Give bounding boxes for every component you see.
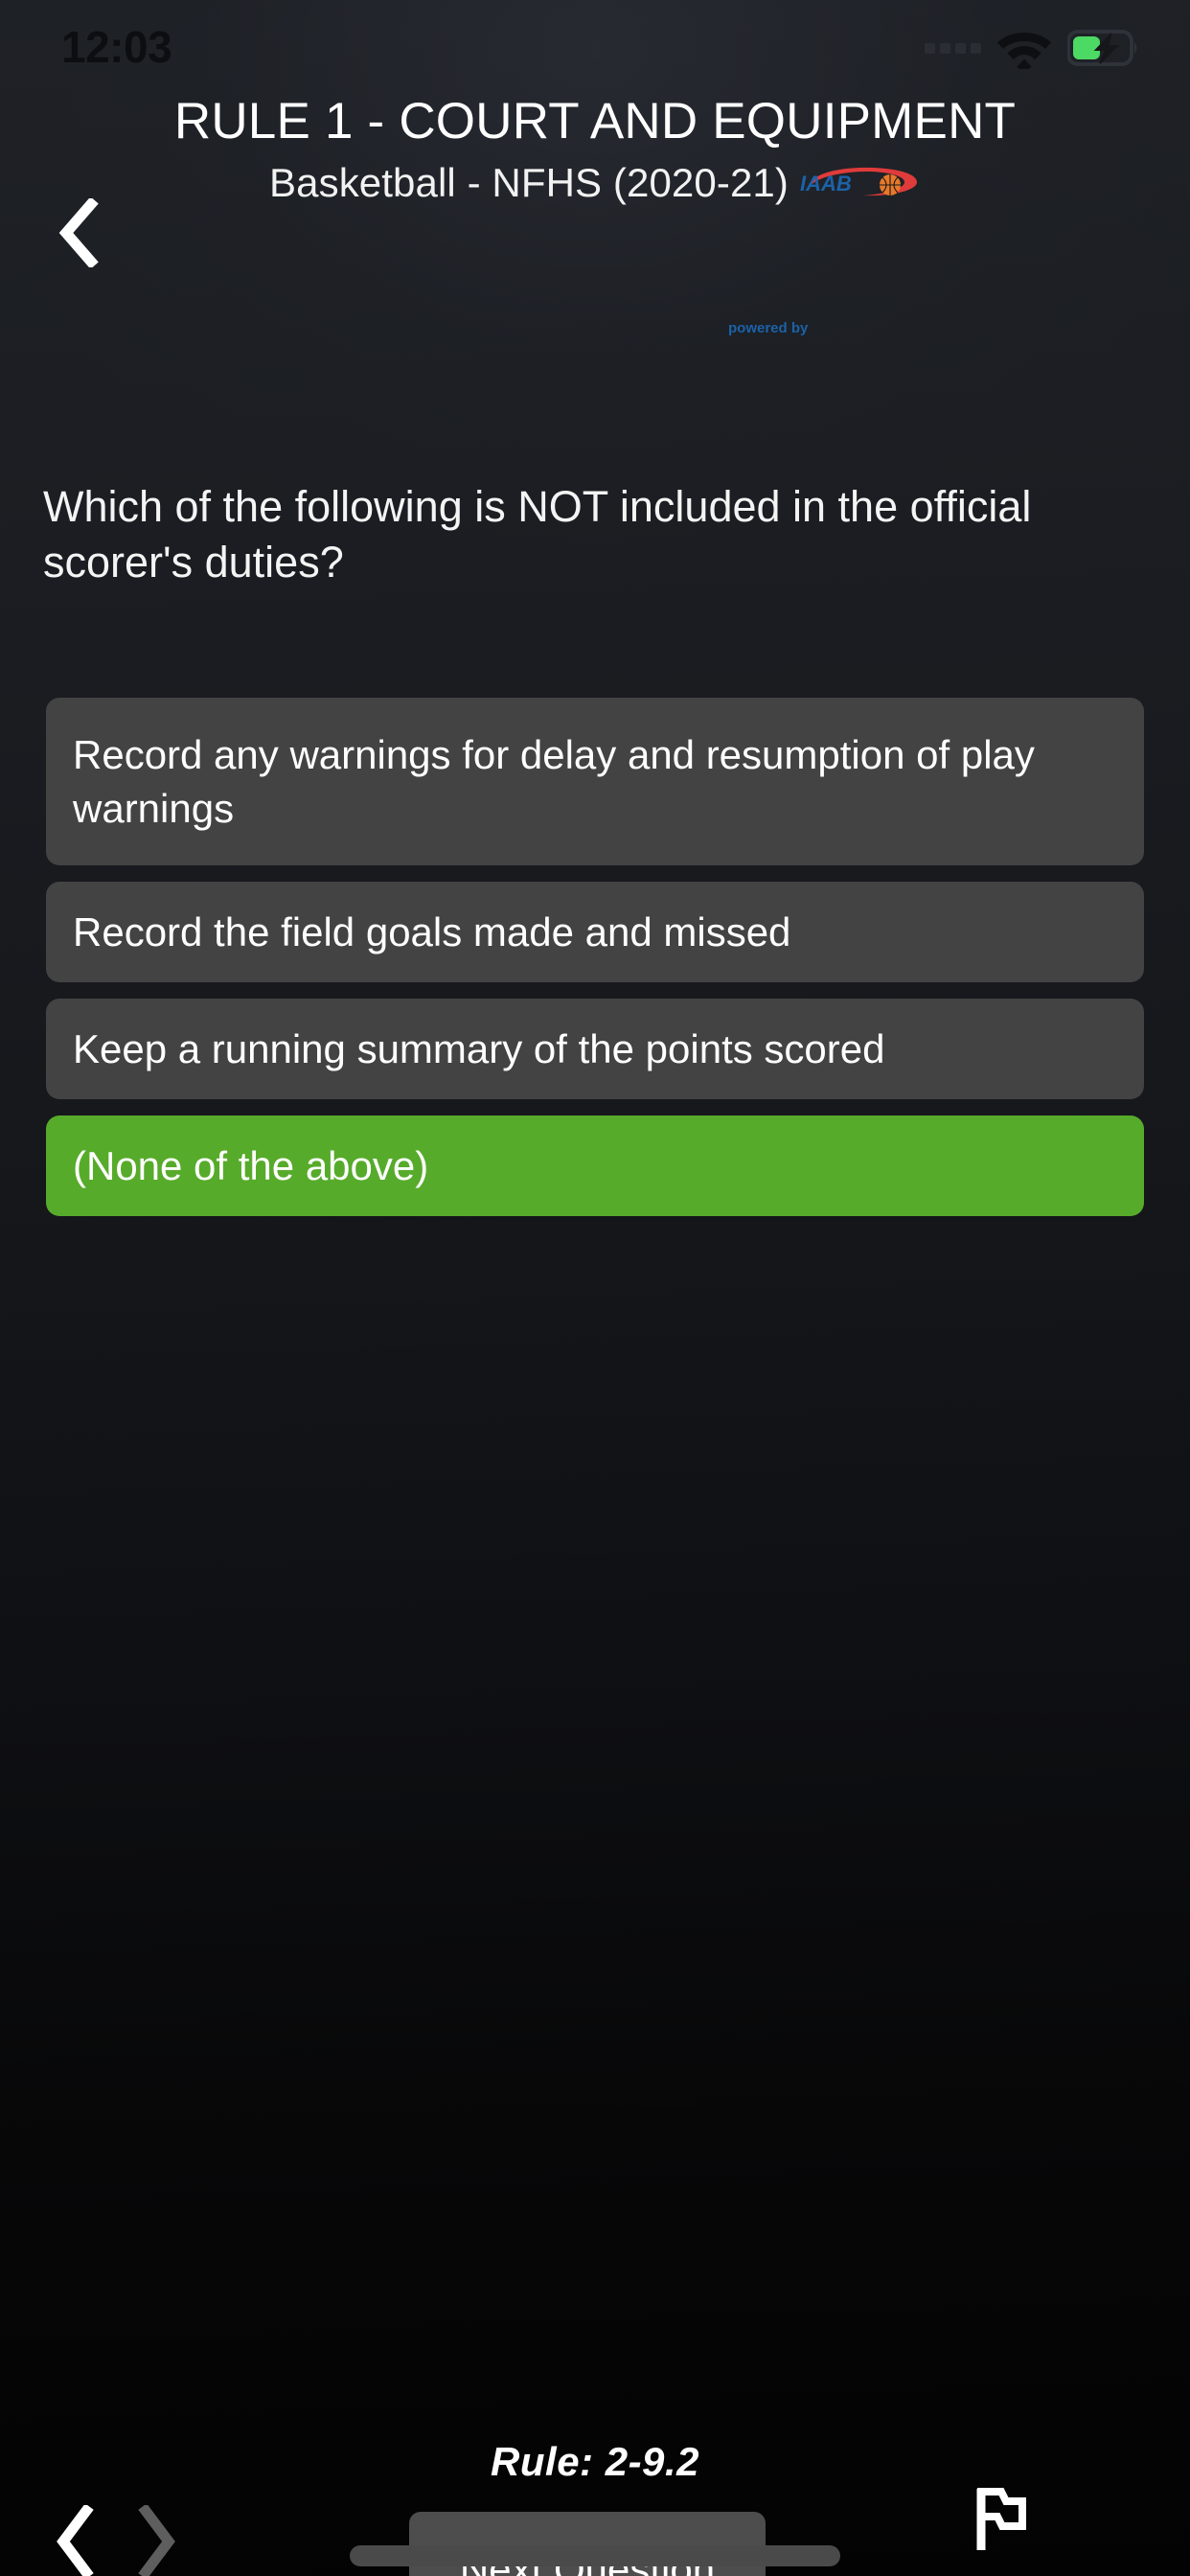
bottom-bar: Rule: 2-9.2 Next Question Flag Question [0, 2288, 1190, 2576]
battery-charging-icon [1067, 29, 1142, 67]
signal-dots-icon [925, 42, 981, 54]
status-bar-clock: 12:03 [61, 22, 172, 72]
page-subtitle: Basketball - NFHS (2020-21) [269, 160, 789, 206]
option-label: Record any warnings for delay and resump… [73, 732, 1035, 831]
option-item[interactable]: Record the field goals made and missed [46, 882, 1144, 982]
option-item[interactable]: Keep a running summary of the points sco… [46, 999, 1144, 1099]
back-button[interactable] [44, 198, 111, 267]
svg-text:IAAB: IAAB [800, 172, 852, 196]
option-item-selected[interactable]: (None of the above) [46, 1116, 1144, 1216]
question-text: Which of the following is NOT included i… [43, 482, 1032, 586]
header-titles: RULE 1 - COURT AND EQUIPMENT Basketball … [116, 84, 1074, 336]
option-item[interactable]: Record any warnings for delay and resump… [46, 698, 1144, 865]
iaabo-logo-icon: IAAB [796, 161, 921, 205]
chevron-left-icon [57, 2505, 94, 2576]
wifi-icon [996, 27, 1052, 69]
option-label: Keep a running summary of the points sco… [73, 1025, 885, 1071]
quiz-screen: 12:03 RULE 1 - COURT AND EQUIPMENT Baske… [0, 0, 1190, 2576]
options-list: Record any warnings for delay and resump… [46, 698, 1144, 1232]
chevron-left-icon [58, 198, 99, 267]
previous-question-button[interactable] [31, 2497, 119, 2576]
next-question-arrow-button[interactable] [113, 2497, 201, 2576]
flag-icon [976, 2488, 1026, 2550]
powered-by-label: powered by [728, 320, 809, 336]
chevron-right-icon [138, 2505, 175, 2576]
option-label: Record the field goals made and missed [73, 908, 791, 954]
page-header: RULE 1 - COURT AND EQUIPMENT Basketball … [0, 84, 1190, 336]
rule-reference-label: Rule: 2-9.2 [491, 2439, 699, 2484]
page-title: RULE 1 - COURT AND EQUIPMENT [173, 93, 1017, 150]
status-bar-indicators [925, 27, 1142, 69]
flag-question-button[interactable]: Flag Question [857, 2485, 1144, 2576]
home-indicator[interactable] [350, 2545, 840, 2566]
header-subtitle-row: Basketball - NFHS (2020-21) IAAB [116, 160, 1074, 206]
status-bar: 12:03 [0, 0, 1190, 96]
option-label: (None of the above) [73, 1142, 429, 1188]
